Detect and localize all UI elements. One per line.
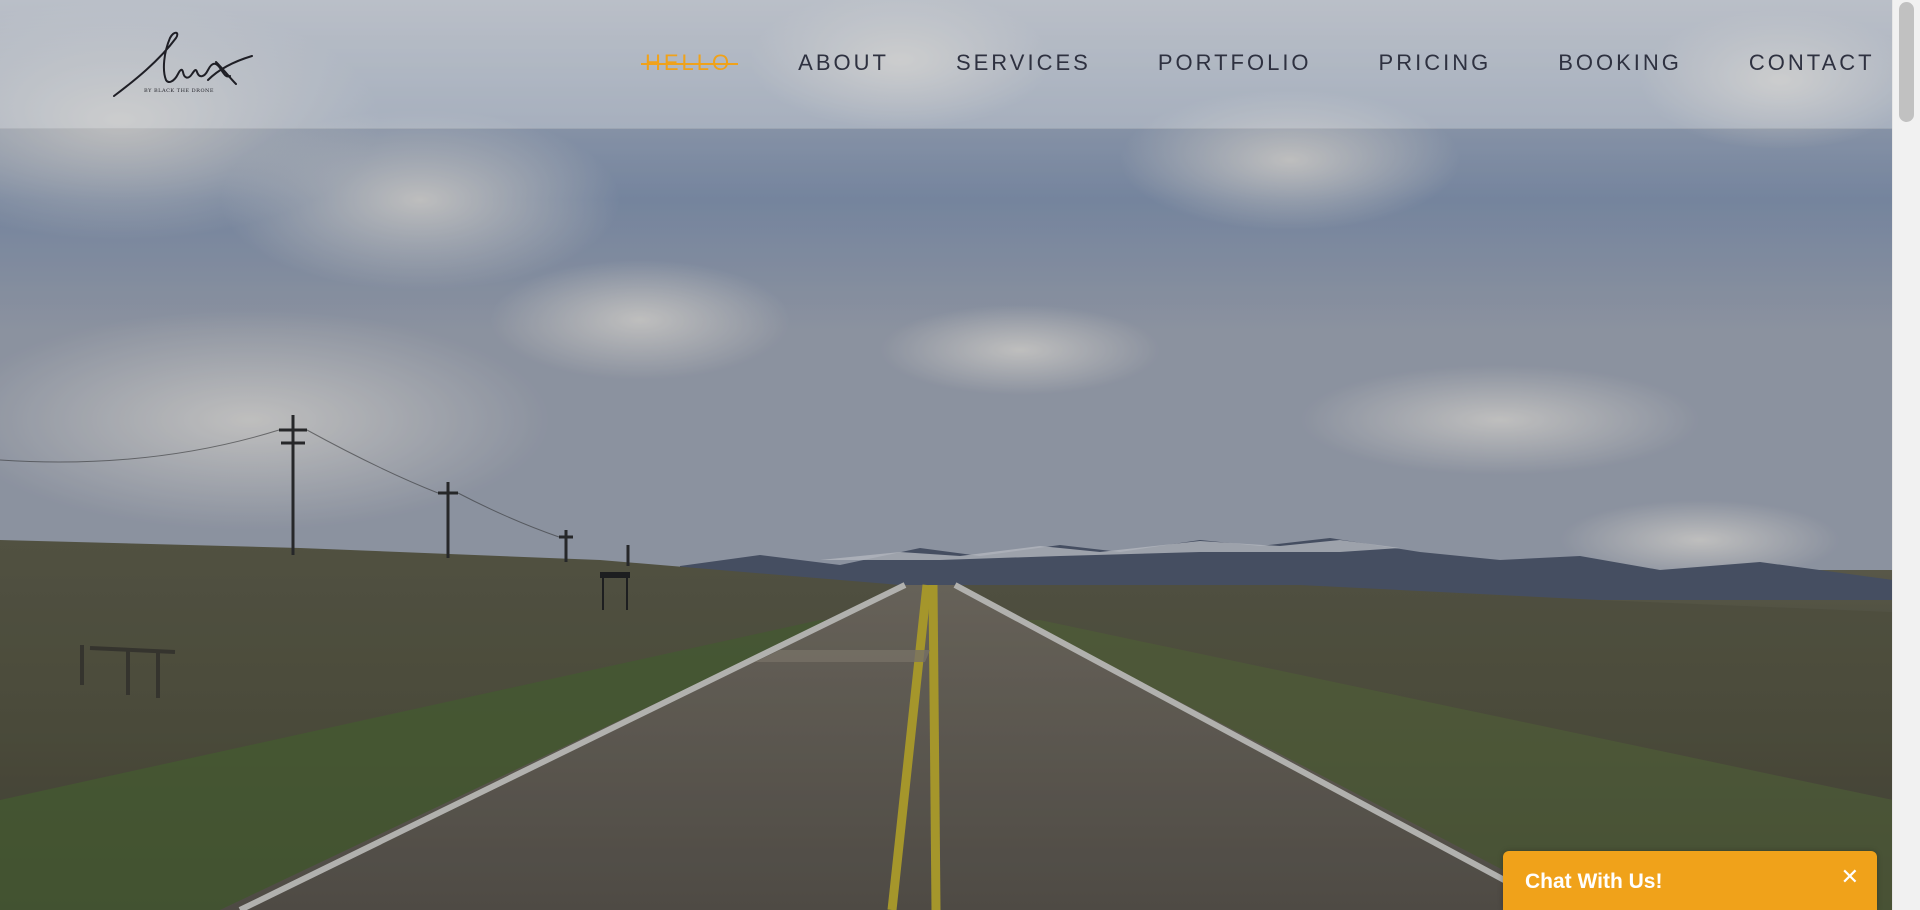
page: BY BLACK THE DRONE HELLO ABOUT SERVICES … xyxy=(0,0,1920,910)
road-landscape-illustration xyxy=(0,0,1893,910)
nav-item-about[interactable]: ABOUT xyxy=(798,50,889,76)
svg-text:BY BLACK THE DRONE: BY BLACK THE DRONE xyxy=(144,88,214,94)
nav-item-services[interactable]: SERVICES xyxy=(956,50,1091,76)
chat-title: Chat With Us! xyxy=(1525,870,1663,893)
chat-widget[interactable]: Chat With Us! ✕ xyxy=(1503,851,1877,910)
hero-background-image xyxy=(0,0,1893,910)
nav-item-portfolio[interactable]: PORTFOLIO xyxy=(1158,50,1312,76)
scrollbar-thumb[interactable] xyxy=(1899,2,1914,122)
close-icon[interactable]: ✕ xyxy=(1841,867,1859,889)
page-scrollbar[interactable] xyxy=(1892,0,1920,910)
nav-item-pricing[interactable]: PRICING xyxy=(1379,50,1492,76)
site-logo[interactable]: BY BLACK THE DRONE xyxy=(104,26,254,102)
site-header: BY BLACK THE DRONE HELLO ABOUT SERVICES … xyxy=(0,0,1893,129)
main-navigation: HELLO ABOUT SERVICES PORTFOLIO PRICING B… xyxy=(640,50,1875,76)
nav-item-contact[interactable]: CONTACT xyxy=(1749,50,1875,76)
nav-item-hello[interactable]: HELLO xyxy=(640,50,739,76)
lux-signature-logo-icon: BY BLACK THE DRONE xyxy=(113,31,253,97)
nav-item-booking[interactable]: BOOKING xyxy=(1558,50,1682,76)
